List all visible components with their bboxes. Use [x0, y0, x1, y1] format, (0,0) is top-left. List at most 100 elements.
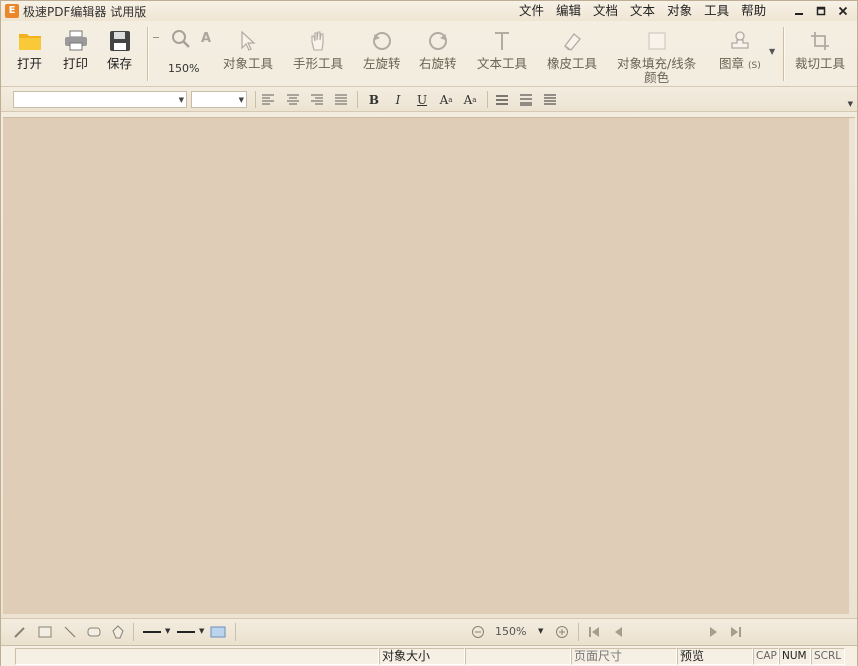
object-tool-button[interactable]: 对象工具: [223, 29, 273, 71]
rotate-right-button[interactable]: 右旋转: [419, 29, 457, 71]
line-weight-select[interactable]: [177, 631, 195, 633]
vertical-scrollbar[interactable]: [849, 118, 855, 615]
stamp-button[interactable]: 图章 (S): [719, 29, 761, 73]
ellipse-icon: [87, 627, 101, 637]
window-controls: [789, 2, 853, 20]
stamp-shortcut-badge: (S): [748, 61, 761, 71]
text-tool-label: 文本工具: [477, 56, 528, 71]
next-page-button[interactable]: [705, 623, 723, 641]
toolbar-separator: [783, 27, 784, 81]
print-label: 打印: [63, 56, 89, 71]
rotate-left-button[interactable]: 左旋转: [363, 29, 401, 71]
bold-button[interactable]: B: [365, 91, 383, 109]
line-spacing-3-button[interactable]: [541, 91, 559, 109]
superscript-button[interactable]: Aa: [437, 91, 455, 109]
chevron-down-icon[interactable]: ▼: [538, 627, 543, 635]
hand-tool-button[interactable]: 手形工具: [293, 29, 343, 71]
text-tool-button[interactable]: 文本工具: [477, 29, 527, 71]
color-swatch-icon: [645, 29, 669, 53]
zoom-out-button[interactable]: [469, 623, 487, 641]
previous-page-icon: [615, 627, 622, 637]
status-preview: 预览: [677, 648, 753, 665]
maximize-button[interactable]: [811, 2, 831, 20]
print-button[interactable]: 打印: [63, 29, 88, 71]
hand-tool-label: 手形工具: [293, 56, 344, 71]
align-justify-button[interactable]: [332, 91, 350, 109]
line-spacing-icon: [544, 94, 556, 105]
menu-help[interactable]: 帮助: [735, 2, 772, 20]
zoom-magnifier-icon[interactable]: [171, 29, 191, 52]
zoom-out-icon: [472, 626, 484, 638]
pencil-tool-button[interactable]: [11, 623, 29, 641]
menu-document[interactable]: 文档: [587, 2, 624, 20]
object-tool-label: 对象工具: [223, 56, 274, 71]
color-swatch-icon: [210, 626, 226, 638]
status-num-lock: NUM: [779, 648, 811, 665]
toolbar-overflow-icon[interactable]: ▼: [848, 100, 853, 108]
rectangle-icon: [38, 626, 52, 638]
ellipse-tool-button[interactable]: [85, 623, 103, 641]
font-size-select[interactable]: ▼: [191, 91, 247, 108]
zoom-in-button[interactable]: [553, 623, 571, 641]
previous-page-button[interactable]: [609, 623, 627, 641]
menu-file[interactable]: 文件: [513, 2, 550, 20]
folder-icon: [18, 29, 42, 53]
eraser-tool-label: 橡皮工具: [547, 56, 598, 71]
eraser-icon: [560, 29, 584, 53]
align-right-button[interactable]: [308, 91, 326, 109]
minimize-button[interactable]: [789, 2, 809, 20]
app-window: E 极速PDF编辑器 试用版 文件 编辑 文档 文本 对象 工具 帮助 打开 打…: [0, 0, 858, 666]
menu-tools[interactable]: 工具: [698, 2, 735, 20]
zoom-level[interactable]: 150%: [168, 62, 199, 75]
zoom-readout[interactable]: 150%: [495, 625, 526, 638]
first-page-button[interactable]: [585, 623, 603, 641]
align-center-button[interactable]: [284, 91, 302, 109]
rotate-left-label: 左旋转: [363, 56, 401, 71]
underline-button[interactable]: U: [413, 91, 431, 109]
italic-button[interactable]: I: [389, 91, 407, 109]
stamp-dropdown-caret-icon[interactable]: ▼: [769, 47, 775, 56]
last-page-button[interactable]: [727, 623, 745, 641]
eraser-tool-button[interactable]: 橡皮工具: [547, 29, 597, 71]
zoom-in-icon: [556, 626, 568, 638]
open-label: 打开: [17, 56, 43, 71]
status-blank: [465, 648, 571, 665]
document-canvas[interactable]: [3, 117, 855, 615]
chevron-down-icon[interactable]: ▼: [165, 627, 170, 635]
line-color-button[interactable]: [209, 623, 227, 641]
menu-text[interactable]: 文本: [624, 2, 661, 20]
save-button[interactable]: 保存: [107, 29, 132, 71]
menu-object[interactable]: 对象: [661, 2, 698, 20]
chevron-down-icon[interactable]: ▼: [199, 627, 204, 635]
drawing-separator: [235, 623, 236, 641]
rotate-left-icon: [370, 29, 394, 53]
close-button[interactable]: [833, 2, 853, 20]
stamp-icon: [728, 29, 752, 53]
app-logo: E: [5, 4, 19, 18]
close-icon: [838, 6, 848, 16]
align-left-button[interactable]: [259, 91, 277, 109]
fill-line-color-button[interactable]: 对象填充/线条 颜色: [617, 29, 696, 85]
zoom-out-dash-icon[interactable]: [153, 37, 159, 38]
polygon-tool-button[interactable]: [109, 623, 127, 641]
open-button[interactable]: 打开: [17, 29, 42, 71]
line-style-select[interactable]: [143, 631, 161, 633]
crop-tool-button[interactable]: 裁切工具: [795, 29, 845, 71]
font-family-select[interactable]: ▼: [13, 91, 187, 108]
zoom-fit-icon[interactable]: A: [201, 31, 211, 46]
line-icon: [64, 626, 76, 638]
text-cursor-icon: [490, 29, 514, 53]
drawing-toolbar: ▼ ▼ 150% ▼: [1, 618, 857, 644]
rotate-right-label: 右旋转: [419, 56, 457, 71]
crop-tool-label: 裁切工具: [795, 56, 846, 71]
last-page-icon: [731, 627, 741, 637]
line-spacing-1-button[interactable]: [493, 91, 511, 109]
window-title: 极速PDF编辑器 试用版: [23, 4, 147, 19]
line-tool-button[interactable]: [61, 623, 79, 641]
menu-edit[interactable]: 编辑: [550, 2, 587, 20]
line-spacing-2-button[interactable]: [517, 91, 535, 109]
fill-line-color-label-2: 颜色: [644, 70, 670, 85]
subscript-button[interactable]: Aa: [461, 91, 479, 109]
menu-bar: 文件 编辑 文档 文本 对象 工具 帮助: [513, 2, 772, 20]
rectangle-tool-button[interactable]: [36, 623, 54, 641]
